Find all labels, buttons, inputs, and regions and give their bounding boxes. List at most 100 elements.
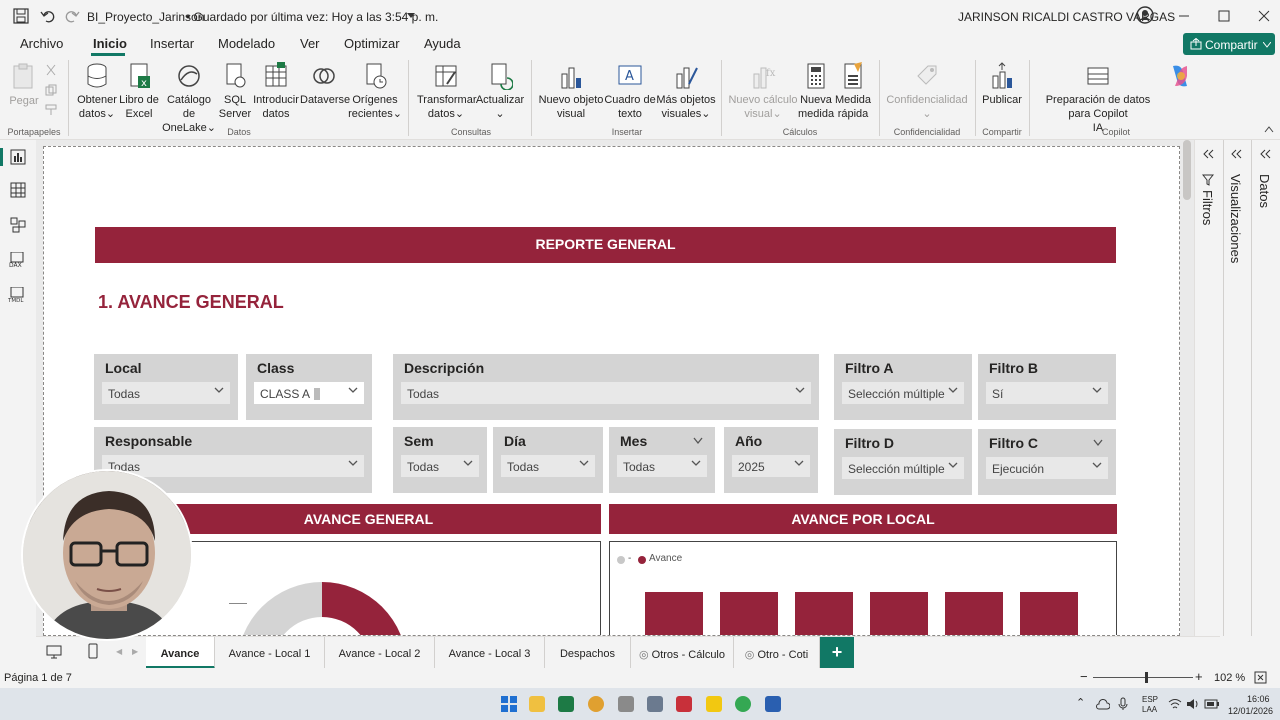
- slicer-dropdown[interactable]: Selección múltiple: [842, 457, 964, 479]
- mas-visuales-button[interactable]: Más objetos visuales⌄: [656, 62, 716, 121]
- menu-optimizar[interactable]: Optimizar: [344, 36, 400, 51]
- excel-taskbar-icon[interactable]: [558, 696, 574, 712]
- slicer-dropdown[interactable]: CLASS A: [254, 382, 364, 404]
- zoom-out-button[interactable]: −: [1080, 669, 1088, 684]
- slicer-dropdown[interactable]: Todas: [401, 455, 479, 477]
- user-avatar-icon[interactable]: [1136, 6, 1154, 24]
- menu-ver[interactable]: Ver: [300, 36, 320, 51]
- sql-server-button[interactable]: SQL Server: [218, 62, 252, 121]
- preparacion-datos-button[interactable]: Preparación de datos para Copilot IA: [1036, 62, 1160, 135]
- nueva-medida-button[interactable]: Nueva medida: [798, 62, 834, 121]
- medida-rapida-button[interactable]: Medida rápida: [834, 62, 872, 121]
- share-button[interactable]: Compartir: [1183, 33, 1275, 55]
- chevron-down-icon[interactable]: [1093, 439, 1103, 447]
- origenes-recientes-button[interactable]: Orígenes recientes⌄: [348, 62, 402, 121]
- slicer-dropdown[interactable]: Ejecución: [986, 457, 1108, 479]
- volume-icon[interactable]: [1186, 698, 1200, 710]
- slicer-dropdown[interactable]: 2025: [732, 455, 810, 477]
- copy-icon[interactable]: [45, 84, 57, 96]
- expand-data-icon[interactable]: [1259, 149, 1271, 159]
- maximize-icon[interactable]: [1218, 10, 1230, 22]
- copilot-button[interactable]: [1160, 62, 1200, 93]
- collapse-ribbon-icon[interactable]: [1264, 126, 1274, 133]
- nuevo-calculo-button[interactable]: fx Nuevo cálculo visual⌄: [728, 62, 798, 121]
- show-hidden-icons[interactable]: ⌃: [1076, 696, 1085, 709]
- vertical-scrollbar[interactable]: [1183, 140, 1191, 200]
- calculator-taskbar-icon[interactable]: [618, 696, 634, 712]
- slicer-dropdown[interactable]: Todas: [102, 455, 364, 477]
- cloud-icon[interactable]: [1096, 698, 1110, 710]
- obtener-datos-button[interactable]: Obtener datos⌄: [76, 62, 118, 121]
- slicer-mes[interactable]: Mes Todas: [609, 427, 715, 493]
- menu-insertar[interactable]: Insertar: [150, 36, 194, 51]
- bar-avance-6[interactable]: [1020, 592, 1078, 636]
- zoom-level[interactable]: 102 %: [1214, 672, 1245, 684]
- save-icon[interactable]: [13, 8, 29, 24]
- settings-taskbar-icon[interactable]: [765, 696, 781, 712]
- menu-archivo[interactable]: Archivo: [20, 36, 63, 51]
- expand-visualizations-icon[interactable]: [1230, 149, 1242, 159]
- mobile-layout-icon[interactable]: [88, 643, 98, 659]
- slicer-class[interactable]: Class CLASS A: [246, 354, 372, 420]
- slicer-local[interactable]: Local Todas: [94, 354, 238, 420]
- tab-avance-local-3[interactable]: Avance - Local 3: [435, 637, 545, 669]
- zoom-in-button[interactable]: +: [1195, 669, 1203, 684]
- undo-icon[interactable]: [40, 8, 56, 24]
- visualizaciones-pane-label[interactable]: Visualizaciones: [1228, 174, 1243, 263]
- slicer-dropdown[interactable]: Selección múltiple: [842, 382, 964, 404]
- slicer-sem[interactable]: Sem Todas: [393, 427, 487, 493]
- menu-ayuda[interactable]: Ayuda: [424, 36, 461, 51]
- expand-filters-icon[interactable]: [1202, 149, 1214, 159]
- pegar-button[interactable]: Pegar: [8, 62, 40, 108]
- chrome-icon[interactable]: [588, 696, 604, 712]
- slicer-dropdown[interactable]: Todas: [102, 382, 230, 404]
- slicer-dropdown[interactable]: Sí: [986, 382, 1108, 404]
- dax-query-icon[interactable]: DAX: [8, 252, 28, 268]
- clock-time[interactable]: 16:06: [1247, 694, 1270, 704]
- datos-pane-label[interactable]: Datos: [1257, 174, 1272, 208]
- actualizar-button[interactable]: Actualizar ⌄: [475, 62, 525, 121]
- microphone-icon[interactable]: [1118, 697, 1128, 711]
- menu-inicio[interactable]: Inicio: [93, 36, 127, 51]
- slicer-filtro-a[interactable]: Filtro A Selección múltiple: [834, 354, 972, 420]
- catalogo-onelake-button[interactable]: Catálogo de OneLake⌄: [160, 62, 218, 135]
- tab-avance-local-2[interactable]: Avance - Local 2: [325, 637, 435, 669]
- confidencialidad-button[interactable]: Confidencialidad ⌄: [884, 62, 970, 121]
- introducir-datos-button[interactable]: Introducir datos: [252, 62, 300, 121]
- avance-general-visual[interactable]: [136, 541, 601, 635]
- slicer-dropdown[interactable]: Todas: [617, 455, 707, 477]
- redo-icon[interactable]: [64, 8, 80, 24]
- language-indicator[interactable]: ESP: [1142, 695, 1158, 704]
- snipping-tool-icon[interactable]: [647, 696, 663, 712]
- avance-local-visual[interactable]: - Avance: [609, 541, 1117, 636]
- tab-avance-local-1[interactable]: Avance - Local 1: [215, 637, 325, 669]
- bar-avance-4[interactable]: [870, 592, 928, 636]
- format-painter-icon[interactable]: [45, 104, 57, 116]
- caret-down-icon[interactable]: [406, 12, 416, 20]
- transformar-datos-button[interactable]: Transformar datos⌄: [417, 62, 477, 121]
- tab-avance[interactable]: Avance: [146, 637, 215, 669]
- chevron-down-icon[interactable]: [693, 437, 703, 445]
- next-page-icon[interactable]: ▶: [132, 647, 138, 656]
- slicer-descripcion[interactable]: Descripción Todas: [393, 354, 819, 420]
- slicer-filtro-c[interactable]: Filtro C Ejecución: [978, 429, 1116, 495]
- report-view-icon[interactable]: [10, 149, 26, 165]
- slicer-filtro-b[interactable]: Filtro B Sí: [978, 354, 1116, 420]
- windows-start-icon[interactable]: [501, 696, 517, 712]
- bar-avance-5[interactable]: [945, 592, 1003, 636]
- add-page-button[interactable]: +: [820, 637, 854, 669]
- dataverse-button[interactable]: Dataverse: [300, 62, 350, 107]
- slicer-filtro-d[interactable]: Filtro D Selección múltiple: [834, 429, 972, 495]
- fit-page-icon[interactable]: [1254, 671, 1267, 684]
- slicer-dropdown[interactable]: Todas: [501, 455, 595, 477]
- report-page[interactable]: REPORTE GENERAL 1. AVANCE GENERAL Local …: [43, 146, 1180, 636]
- wifi-icon[interactable]: [1168, 698, 1182, 710]
- model-view-icon[interactable]: [10, 217, 26, 233]
- battery-icon[interactable]: [1204, 699, 1220, 709]
- tab-otro-coti[interactable]: ◎ Otro - Coti: [734, 637, 820, 669]
- nuevo-visual-button[interactable]: Nuevo objeto visual: [538, 62, 604, 121]
- bar-avance-1[interactable]: [645, 592, 703, 636]
- tab-otros-calculo[interactable]: ◎ Otros - Cálculo: [631, 637, 734, 669]
- file-explorer-icon[interactable]: [529, 696, 545, 712]
- bar-avance-3[interactable]: [795, 592, 853, 636]
